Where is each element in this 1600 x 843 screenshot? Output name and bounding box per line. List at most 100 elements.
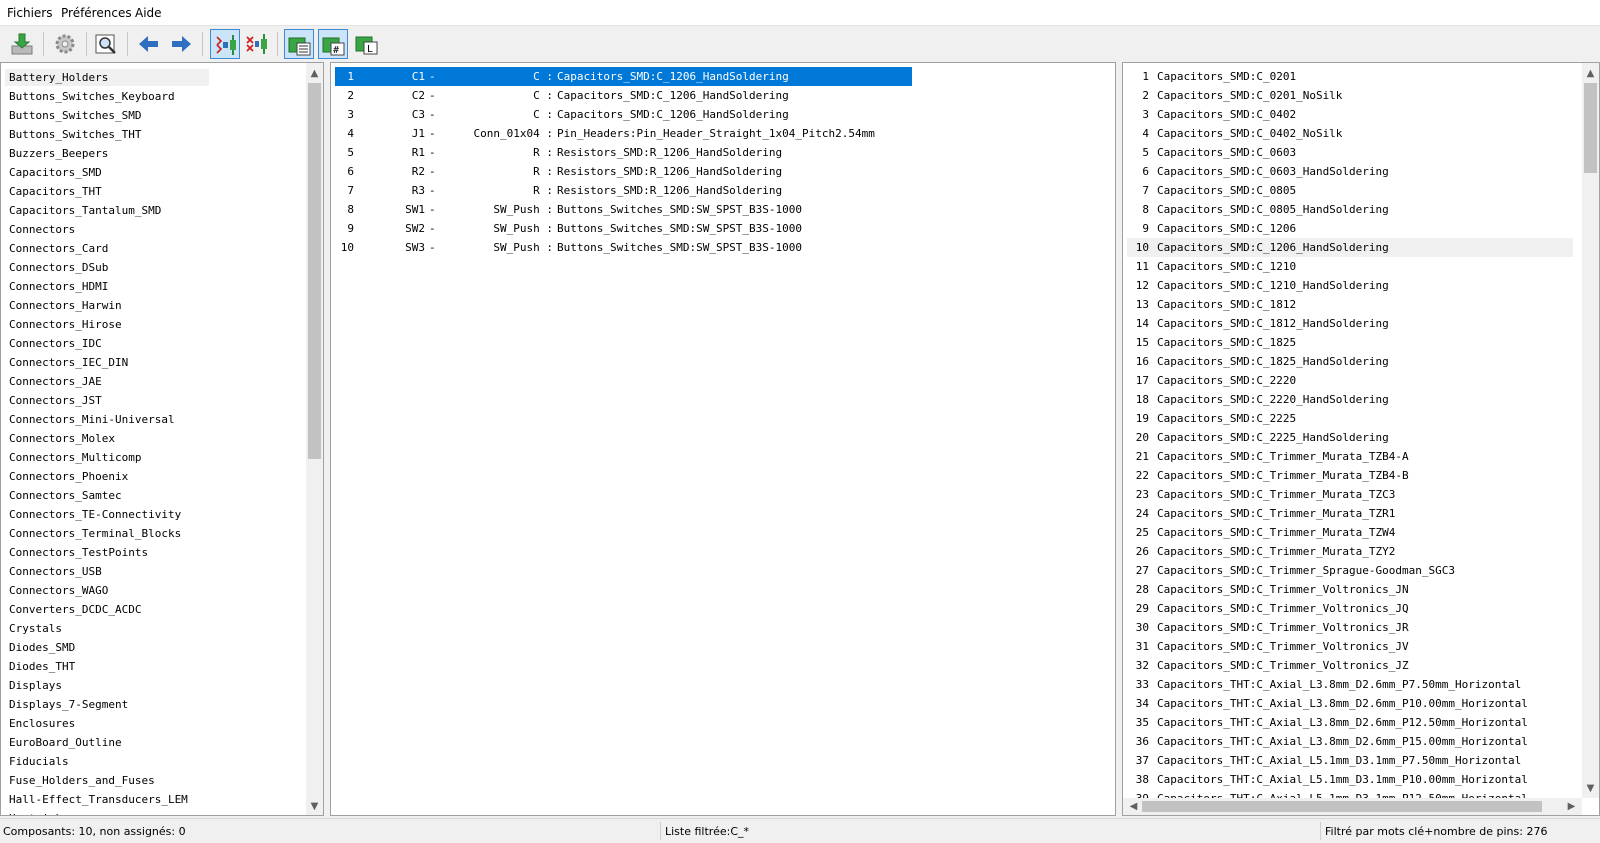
library-item[interactable]: Buzzers_Beepers <box>9 145 108 162</box>
library-item[interactable]: Connectors <box>9 221 75 238</box>
footprint-row[interactable]: 11 Capacitors_SMD:C_1210 <box>1127 257 1573 276</box>
library-item[interactable]: Connectors_Terminal_Blocks <box>9 525 181 542</box>
footprint-row[interactable]: 38 Capacitors_THT:C_Axial_L5.1mm_D3.1mm_P… <box>1127 770 1573 789</box>
library-item[interactable]: Capacitors_SMD <box>9 164 102 181</box>
footprint-row[interactable]: 32 Capacitors_SMD:C_Trimmer_Voltronics_JZ <box>1127 656 1573 675</box>
library-item[interactable]: Connectors_TE-Connectivity <box>9 506 181 523</box>
footprint-row[interactable]: 3 Capacitors_SMD:C_0402 <box>1127 105 1573 124</box>
footprint-row[interactable]: 1 Capacitors_SMD:C_0201 <box>1127 67 1573 86</box>
filter-by-keywords-button[interactable] <box>284 29 314 59</box>
menu-help[interactable]: Aide <box>135 6 162 20</box>
footprint-hscroll-thumb[interactable] <box>1142 801 1542 812</box>
library-item[interactable]: Connectors_DSub <box>9 259 108 276</box>
component-row[interactable]: 1 C1- C : Capacitors_SMD:C_1206_HandSolderi… <box>335 67 912 86</box>
footprint-row[interactable]: 26 Capacitors_SMD:C_Trimmer_Murata_TZY2 <box>1127 542 1573 561</box>
footprint-horizontal-scrollbar[interactable]: ◀ ▶ <box>1123 798 1582 815</box>
library-item[interactable]: EuroBoard_Outline <box>9 734 122 751</box>
footprint-row[interactable]: 8 Capacitors_SMD:C_0805_HandSoldering <box>1127 200 1573 219</box>
library-item[interactable]: Diodes_THT <box>9 658 75 675</box>
library-item[interactable]: Diodes_SMD <box>9 639 75 656</box>
scroll-down-icon[interactable]: ▼ <box>1582 780 1599 797</box>
library-item[interactable]: Displays_7-Segment <box>9 696 128 713</box>
footprint-row[interactable]: 28 Capacitors_SMD:C_Trimmer_Voltronics_JN <box>1127 580 1573 599</box>
footprint-row[interactable]: 4 Capacitors_SMD:C_0402_NoSilk <box>1127 124 1573 143</box>
component-row[interactable]: 3 C3- C : Capacitors_SMD:C_1206_HandSolderi… <box>335 105 912 124</box>
footprint-row[interactable]: 9 Capacitors_SMD:C_1206 <box>1127 219 1573 238</box>
settings-button[interactable] <box>50 29 80 59</box>
scroll-left-icon[interactable]: ◀ <box>1125 798 1142 815</box>
footprint-row[interactable]: 29 Capacitors_SMD:C_Trimmer_Voltronics_JQ <box>1127 599 1573 618</box>
library-item[interactable]: Connectors_IDC <box>9 335 102 352</box>
library-item[interactable]: Connectors_Phoenix <box>9 468 128 485</box>
footprint-row[interactable]: 2 Capacitors_SMD:C_0201_NoSilk <box>1127 86 1573 105</box>
library-item[interactable]: Heatsinks <box>9 810 69 815</box>
library-item[interactable]: Connectors_IEC_DIN <box>9 354 128 371</box>
next-button[interactable] <box>166 29 196 59</box>
footprint-row[interactable]: 17 Capacitors_SMD:C_2220 <box>1127 371 1573 390</box>
footprint-row[interactable]: 20 Capacitors_SMD:C_2225_HandSoldering <box>1127 428 1573 447</box>
library-item[interactable]: Buttons_Switches_Keyboard <box>9 88 175 105</box>
component-row[interactable]: 8 SW1- SW_Push : Buttons_Switches_SMD:SW_SP… <box>335 200 912 219</box>
library-item[interactable]: Connectors_USB <box>9 563 102 580</box>
library-vertical-scrollbar[interactable]: ▲ ▼ <box>306 63 323 815</box>
footprint-row[interactable]: 35 Capacitors_THT:C_Axial_L3.8mm_D2.6mm_P… <box>1127 713 1573 732</box>
filter-by-library-button[interactable]: L <box>352 29 382 59</box>
footprint-row[interactable]: 30 Capacitors_SMD:C_Trimmer_Voltronics_JR <box>1127 618 1573 637</box>
footprint-row[interactable]: 5 Capacitors_SMD:C_0603 <box>1127 143 1573 162</box>
library-item[interactable]: Connectors_TestPoints <box>9 544 148 561</box>
component-row[interactable]: 10 SW3- SW_Push : Buttons_Switches_SMD:SW_S… <box>335 238 912 257</box>
library-item[interactable]: Connectors_Mini-Universal <box>9 411 175 428</box>
library-item[interactable]: Battery_Holders <box>9 69 108 86</box>
footprint-row[interactable]: 7 Capacitors_SMD:C_0805 <box>1127 181 1573 200</box>
footprint-row[interactable]: 13 Capacitors_SMD:C_1812 <box>1127 295 1573 314</box>
component-row[interactable]: 6 R2- R : Resistors_SMD:R_1206_HandSolderin… <box>335 162 912 181</box>
delete-associations-button[interactable] <box>242 29 272 59</box>
footprint-row[interactable]: 19 Capacitors_SMD:C_2225 <box>1127 409 1573 428</box>
library-item[interactable]: Crystals <box>9 620 62 637</box>
auto-associate-button[interactable] <box>210 29 240 59</box>
save-netlist-button[interactable] <box>7 29 37 59</box>
library-item[interactable]: Connectors_Hirose <box>9 316 122 333</box>
footprint-row[interactable]: 31 Capacitors_SMD:C_Trimmer_Voltronics_JV <box>1127 637 1573 656</box>
scroll-right-icon[interactable]: ▶ <box>1563 798 1580 815</box>
library-item[interactable]: Connectors_JST <box>9 392 102 409</box>
library-item[interactable]: Fuse_Holders_and_Fuses <box>9 772 155 789</box>
footprint-row[interactable]: 33 Capacitors_THT:C_Axial_L3.8mm_D2.6mm_P… <box>1127 675 1573 694</box>
footprint-row[interactable]: 22 Capacitors_SMD:C_Trimmer_Murata_TZB4-B <box>1127 466 1573 485</box>
library-item[interactable]: Connectors_JAE <box>9 373 102 390</box>
component-row[interactable]: 4 J1- Conn_01x04 : Pin_Headers:Pin_Header_S… <box>335 124 912 143</box>
footprint-row[interactable]: 37 Capacitors_THT:C_Axial_L5.1mm_D3.1mm_P… <box>1127 751 1573 770</box>
footprint-row[interactable]: 36 Capacitors_THT:C_Axial_L3.8mm_D2.6mm_P… <box>1127 732 1573 751</box>
footprint-row[interactable]: 21 Capacitors_SMD:C_Trimmer_Murata_TZB4-A <box>1127 447 1573 466</box>
footprint-vertical-scrollbar[interactable]: ▲ ▼ <box>1582 63 1599 798</box>
footprint-row[interactable]: 16 Capacitors_SMD:C_1825_HandSoldering <box>1127 352 1573 371</box>
library-item[interactable]: Fiducials <box>9 753 69 770</box>
footprint-row[interactable]: 10 Capacitors_SMD:C_1206_HandSoldering <box>1127 238 1573 257</box>
library-item[interactable]: Connectors_Molex <box>9 430 115 447</box>
footprint-scroll-thumb[interactable] <box>1584 83 1597 173</box>
library-item[interactable]: Connectors_HDMI <box>9 278 108 295</box>
footprint-row[interactable]: 14 Capacitors_SMD:C_1812_HandSoldering <box>1127 314 1573 333</box>
footprint-row[interactable]: 6 Capacitors_SMD:C_0603_HandSoldering <box>1127 162 1573 181</box>
previous-button[interactable] <box>134 29 164 59</box>
library-item[interactable]: Hall-Effect_Transducers_LEM <box>9 791 188 808</box>
view-footprint-button[interactable] <box>91 29 121 59</box>
library-item[interactable]: Converters_DCDC_ACDC <box>9 601 141 618</box>
library-item[interactable]: Buttons_Switches_THT <box>9 126 141 143</box>
component-row[interactable]: 7 R3- R : Resistors_SMD:R_1206_HandSolderin… <box>335 181 912 200</box>
footprint-row[interactable]: 24 Capacitors_SMD:C_Trimmer_Murata_TZR1 <box>1127 504 1573 523</box>
library-item[interactable]: Buttons_Switches_SMD <box>9 107 141 124</box>
library-item[interactable]: Connectors_Multicomp <box>9 449 141 466</box>
library-item[interactable]: Capacitors_Tantalum_SMD <box>9 202 161 219</box>
scroll-up-icon[interactable]: ▲ <box>1582 65 1599 82</box>
library-scroll-thumb[interactable] <box>308 83 321 459</box>
menu-preferences[interactable]: Préférences <box>61 6 132 20</box>
footprint-row[interactable]: 23 Capacitors_SMD:C_Trimmer_Murata_TZC3 <box>1127 485 1573 504</box>
library-item[interactable]: Enclosures <box>9 715 75 732</box>
footprint-row[interactable]: 12 Capacitors_SMD:C_1210_HandSoldering <box>1127 276 1573 295</box>
footprint-row[interactable]: 25 Capacitors_SMD:C_Trimmer_Murata_TZW4 <box>1127 523 1573 542</box>
scroll-down-icon[interactable]: ▼ <box>306 798 323 815</box>
library-item[interactable]: Connectors_Card <box>9 240 108 257</box>
footprint-row[interactable]: 18 Capacitors_SMD:C_2220_HandSoldering <box>1127 390 1573 409</box>
library-item[interactable]: Displays <box>9 677 62 694</box>
